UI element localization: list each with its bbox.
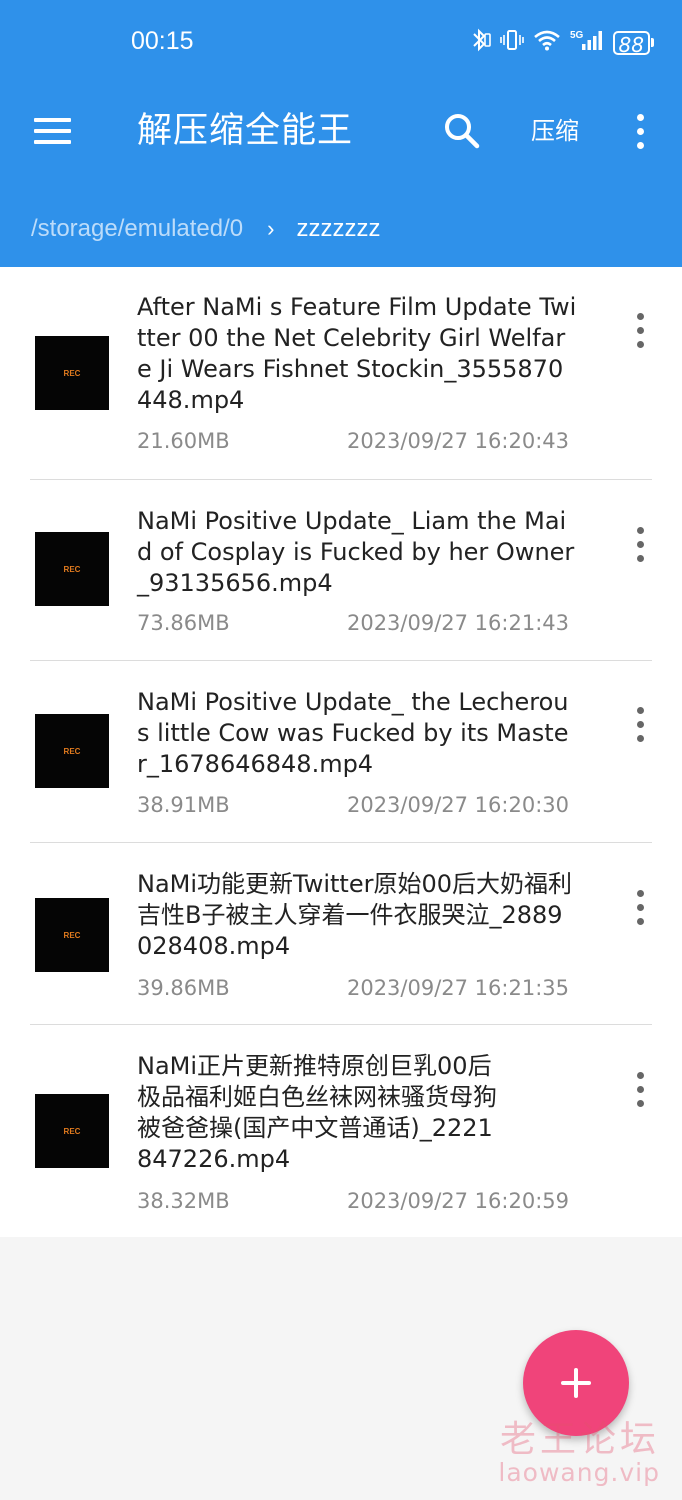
more-vert-icon[interactable]	[630, 1070, 650, 1110]
video-thumbnail: REC	[35, 1094, 109, 1168]
file-size: 38.32MB	[137, 1189, 230, 1213]
5g-signal-icon: 5G	[570, 28, 604, 57]
bluetooth-icon	[469, 28, 491, 57]
breadcrumb: /storage/emulated/0 › zzzzzzz	[31, 212, 380, 246]
file-size: 39.86MB	[137, 976, 230, 1000]
status-icons: 5G 88	[469, 28, 654, 57]
video-thumbnail: REC	[35, 336, 109, 410]
compress-button[interactable]: 压缩	[531, 114, 579, 148]
breadcrumb-separator-icon: ›	[267, 216, 275, 241]
status-bar: 00:15 5G 88	[0, 0, 682, 88]
plus-icon	[561, 1368, 591, 1398]
file-name: NaMi功能更新Twitter原始00后大奶福利吉性B子被主人穿着一件衣服哭泣_…	[137, 870, 573, 960]
wifi-icon	[533, 29, 561, 56]
more-vert-icon[interactable]	[630, 888, 650, 928]
svg-text:5G: 5G	[570, 30, 584, 41]
file-row[interactable]: REC After NaMi s Feature Film Update Twi…	[0, 267, 682, 480]
file-size: 21.60MB	[137, 429, 230, 453]
more-vert-icon[interactable]	[630, 525, 650, 565]
video-thumbnail: REC	[35, 898, 109, 972]
file-meta: 38.32MB 2023/09/27 16:20:59	[137, 1189, 569, 1213]
file-name: After NaMi s Feature Film Update Twitter…	[137, 293, 577, 414]
watermark-title: 老王论坛	[499, 1419, 660, 1460]
video-thumbnail: REC	[35, 714, 109, 788]
battery-level: 88	[612, 30, 650, 57]
breadcrumb-current[interactable]: zzzzzzz	[296, 215, 380, 243]
file-date: 2023/09/27 16:21:35	[346, 976, 569, 1000]
file-meta: 73.86MB 2023/09/27 16:21:43	[137, 611, 569, 635]
file-name: NaMi正片更新推特原创巨乳00后极品福利姬白色丝袜网袜骚货母狗被爸爸操(国产中…	[137, 1052, 497, 1173]
file-meta: 21.60MB 2023/09/27 16:20:43	[137, 429, 569, 453]
vibrate-icon	[499, 28, 524, 57]
file-meta: 39.86MB 2023/09/27 16:21:35	[137, 976, 569, 1000]
breadcrumb-root[interactable]: /storage/emulated/0	[31, 215, 243, 243]
file-row[interactable]: REC NaMi Positive Update_ Liam the Maid …	[0, 480, 682, 661]
status-time: 00:15	[131, 27, 194, 55]
search-icon[interactable]	[443, 112, 481, 150]
more-vert-icon[interactable]	[630, 112, 650, 152]
file-date: 2023/09/27 16:20:43	[346, 429, 569, 453]
file-meta: 38.91MB 2023/09/27 16:20:30	[137, 793, 569, 817]
file-size: 73.86MB	[137, 611, 230, 635]
toolbar: 解压缩全能王 压缩	[0, 88, 682, 176]
menu-icon[interactable]	[34, 116, 72, 146]
battery-icon: 88	[612, 30, 654, 57]
video-thumbnail: REC	[35, 532, 109, 606]
file-date: 2023/09/27 16:20:59	[346, 1189, 569, 1213]
file-row[interactable]: REC NaMi功能更新Twitter原始00后大奶福利吉性B子被主人穿着一件衣…	[0, 843, 682, 1025]
more-vert-icon[interactable]	[630, 311, 650, 351]
file-name: NaMi Positive Update_ Liam the Maid of C…	[137, 507, 575, 597]
file-row[interactable]: REC NaMi正片更新推特原创巨乳00后极品福利姬白色丝袜网袜骚货母狗被爸爸操…	[0, 1025, 682, 1237]
more-vert-icon[interactable]	[630, 705, 650, 745]
file-row[interactable]: REC NaMi Positive Update_ the Lecherous …	[0, 661, 682, 843]
file-size: 38.91MB	[137, 793, 230, 817]
file-date: 2023/09/27 16:20:30	[346, 793, 569, 817]
app-bar: 00:15 5G 88 解压缩全能王 压缩 /storage/emulated/…	[0, 0, 682, 267]
file-list: REC After NaMi s Feature Film Update Twi…	[0, 267, 682, 1237]
app-title: 解压缩全能王	[137, 111, 354, 151]
watermark-url: laowang.vip	[498, 1458, 660, 1487]
file-name: NaMi Positive Update_ the Lecherous litt…	[137, 688, 569, 778]
file-date: 2023/09/27 16:21:43	[346, 611, 569, 635]
